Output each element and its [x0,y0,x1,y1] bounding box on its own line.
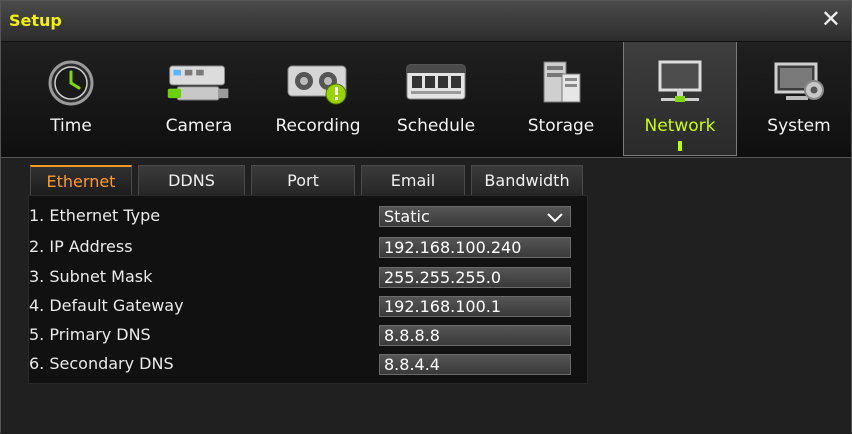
toolbar-camera-button[interactable]: Camera [149,42,249,156]
tab-bandwidth[interactable]: Bandwidth [471,165,583,195]
toolbar-system-button[interactable]: System [749,42,849,156]
toolbar-time-button[interactable]: Time [21,42,121,156]
toolbar-network-label: Network [644,116,716,136]
toolbar-time-label: Time [50,116,92,136]
ethernet-type-label: 1. Ethernet Type [29,206,161,225]
camera-icon [164,56,234,110]
toolbar-recording-button[interactable]: Recording [263,42,373,156]
toolbar-storage-label: Storage [527,116,595,136]
monitor-icon [645,56,715,110]
toolbar-camera-label: Camera [165,116,233,136]
tab-port[interactable]: Port [251,165,355,195]
toolbar-schedule-button[interactable]: Schedule [381,42,491,156]
window-title: Setup [9,11,62,30]
schedule-icon [401,56,471,110]
tab-ddns[interactable]: DDNS [138,165,245,195]
ip-address-label: 2. IP Address [29,237,133,256]
secondary-dns-field[interactable]: 8.8.4.4 [379,354,571,375]
ethernet-type-value: Static [384,207,430,226]
recorder-icon [283,56,353,110]
active-indicator [678,141,682,151]
tab-email[interactable]: Email [361,165,465,195]
setup-window: Setup ✕ Time Camera Recording Schedule S… [0,0,852,434]
subnet-mask-label: 3. Subnet Mask [29,267,153,286]
toolbar-storage-button[interactable]: Storage [511,42,611,156]
system-gear-icon [764,56,834,110]
chevron-down-icon [546,209,564,228]
toolbar-schedule-label: Schedule [396,116,476,136]
default-gateway-field[interactable]: 192.168.100.1 [379,296,571,317]
toolbar-network-button[interactable]: Network [623,42,737,156]
primary-dns-field[interactable]: 8.8.8.8 [379,325,571,346]
setup-toolbar: Time Camera Recording Schedule Storage N… [1,42,851,158]
toolbar-system-label: System [767,116,831,136]
clock-icon [36,56,106,110]
network-content: Ethernet DDNS Port Email Bandwidth 1. Et… [1,158,851,434]
ethernet-type-select[interactable]: Static [379,206,571,227]
ip-address-field[interactable]: 192.168.100.240 [379,237,571,258]
subnet-mask-field[interactable]: 255.255.255.0 [379,267,571,288]
default-gateway-label: 4. Default Gateway [29,296,184,315]
toolbar-recording-label: Recording [275,116,361,136]
primary-dns-label: 5. Primary DNS [29,325,151,344]
title-bar: Setup ✕ [1,1,851,42]
secondary-dns-label: 6. Secondary DNS [29,354,174,373]
close-icon[interactable]: ✕ [821,7,841,31]
storage-icon [526,56,596,110]
tab-ethernet[interactable]: Ethernet [30,165,132,195]
